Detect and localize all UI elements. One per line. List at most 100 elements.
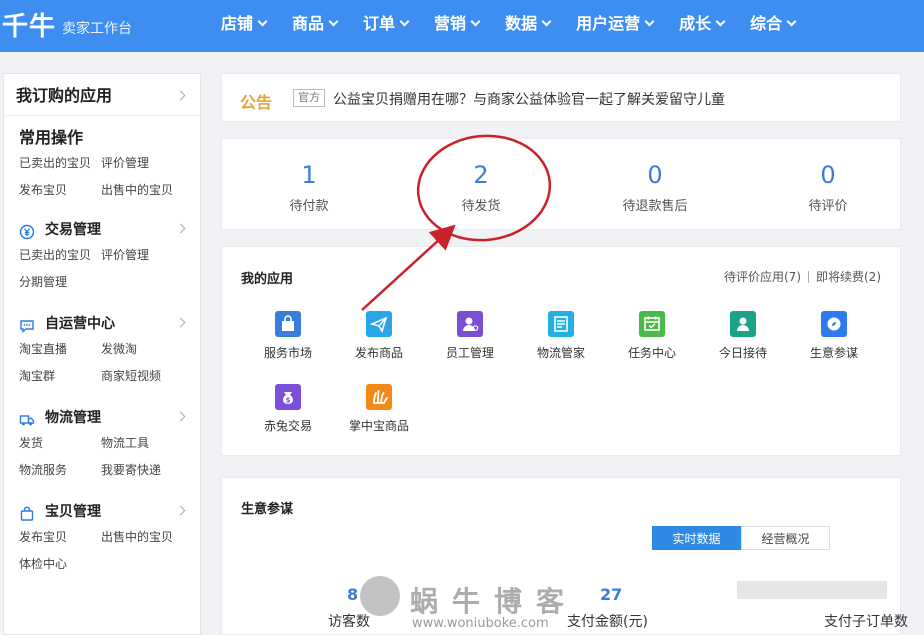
sidebar-title: 我订购的应用 [16,86,113,105]
sidebar-section-header[interactable]: 自运营中心 [19,310,200,338]
app-logo[interactable]: 千牛 [2,6,56,43]
stat-pending-review[interactable]: 0 待评价 [768,161,888,214]
pending-review-apps-link[interactable]: 待评价应用(7) [724,270,801,284]
sidebar-link[interactable]: 出售中的宝贝 [101,181,197,198]
metric-visitors-value: 8 [347,585,359,604]
user-icon [457,311,483,337]
stat-pending-refund[interactable]: 0 待退款售后 [595,161,715,214]
tab-business-overview[interactable]: 经营概况 [741,526,830,550]
sidebar-link[interactable]: 物流工具 [101,434,197,451]
sidebar-section-header[interactable]: 交易管理 [19,216,200,244]
nav-item-store[interactable]: 店铺 [208,0,279,52]
sidebar-link[interactable]: 我要寄快递 [101,461,197,478]
nav-item-marketing[interactable]: 营销 [421,0,492,52]
stat-label: 待退款售后 [622,199,688,214]
announcement-label: 公告 [240,93,273,112]
nav-item-data[interactable]: 数据 [492,0,563,52]
tab-realtime-data[interactable]: 实时数据 [652,526,741,550]
announcement-link[interactable]: 公益宝贝捐赠用在哪？与商家公益体验官一起了解关爱留守儿童 [333,89,725,109]
app-service-market[interactable]: 服务市场 [243,311,333,361]
svg-text:$: $ [286,397,291,405]
sidebar-link[interactable]: 评价管理 [101,246,197,263]
my-apps-panel: 我的应用 待评价应用(7) 即将续费(2) 服务市场 发布商品 员工管理 物流管家… [221,246,901,456]
app-label: 生意参谋 [809,346,858,360]
app-label: 发布商品 [354,346,403,360]
watermark-url: www.woniuboke.com [412,616,549,631]
app-publish-product[interactable]: 发布商品 [334,311,424,361]
business-advisor-title: 生意参谋 [241,502,294,517]
sidebar-link[interactable]: 物流服务 [19,461,101,478]
app-label: 员工管理 [445,346,494,360]
calendar-icon [639,311,665,337]
chevron-down-icon [786,16,797,27]
nav-label: 成长 [679,14,712,33]
sidebar-link[interactable]: 体检中心 [19,555,101,572]
announcement-bar: 公告 官方 公益宝贝捐赠用在哪？与商家公益体验官一起了解关爱留守儿童 [221,73,901,122]
sidebar-link[interactable]: 发布宝贝 [19,181,101,198]
divider [808,271,809,283]
nav-item-products[interactable]: 商品 [279,0,350,52]
chevron-down-icon [257,16,268,27]
stat-value: 0 [647,161,663,189]
sidebar-link[interactable]: 已卖出的宝贝 [19,154,101,171]
app-palm-treasure[interactable]: 掌中宝商品 [334,384,424,434]
nav-item-orders[interactable]: 订单 [350,0,421,52]
palm-icon [366,384,392,410]
app-label: 服务市场 [263,346,312,360]
sidebar-link[interactable]: 分期管理 [19,273,101,290]
chevron-down-icon [715,16,726,27]
sidebar: 我订购的应用 常用操作 已卖出的宝贝 评价管理 发布宝贝 出售中的宝贝 交易管理… [3,73,201,635]
chevron-right-icon [175,90,186,101]
sidebar-section-self-ops: 自运营中心 淘宝直播 发微淘 淘宝群 商家短视频 [4,290,200,384]
nav-item-general[interactable]: 综合 [737,0,808,52]
watermark-logo [360,576,400,616]
app-label: 赤兔交易 [263,419,312,433]
stat-value: 2 [473,161,489,189]
sidebar-link[interactable]: 评价管理 [101,154,197,171]
sidebar-link[interactable]: 淘宝群 [19,367,101,384]
app-today-reception[interactable]: 今日接待 [698,311,788,361]
sidebar-link[interactable]: 发微淘 [101,340,197,357]
sidebar-link[interactable]: 已卖出的宝贝 [19,246,101,263]
app-task-center[interactable]: 任务中心 [607,311,697,361]
nav-label: 营销 [434,14,467,33]
sidebar-section-goods: 宝贝管理 发布宝贝 出售中的宝贝 体检中心 [4,478,200,572]
stat-value: 0 [820,161,836,189]
chat-icon [19,316,35,333]
app-business-advisor[interactable]: 生意参谋 [789,311,879,361]
app-chitu-trade[interactable]: $ 赤兔交易 [243,384,333,434]
sidebar-link[interactable]: 出售中的宝贝 [101,528,197,545]
nav-label: 商品 [292,14,325,33]
nav-label: 综合 [750,14,783,33]
sidebar-section-header[interactable]: 物流管理 [19,404,200,432]
chevron-down-icon [328,16,339,27]
stat-pending-payment[interactable]: 1 待付款 [249,161,369,214]
stat-pending-shipment[interactable]: 2 待发货 [421,161,541,214]
shopping-bag-icon [275,311,301,337]
nav-item-user-ops[interactable]: 用户运营 [563,0,666,52]
main-nav: 店铺 商品 订单 营销 数据 用户运营 成长 综合 [208,0,808,52]
sidebar-link[interactable]: 发货 [19,434,101,451]
app-staff-management[interactable]: 员工管理 [425,311,515,361]
nav-label: 数据 [505,14,538,33]
watermark-text: 蜗牛博客 [410,585,579,618]
money-bag-icon: $ [275,384,301,410]
app-logistics-butler[interactable]: 物流管家 [516,311,606,361]
sidebar-section-title: 交易管理 [45,222,101,238]
sidebar-link[interactable]: 商家短视频 [101,367,197,384]
nav-label: 店铺 [221,14,254,33]
nav-item-growth[interactable]: 成长 [666,0,737,52]
chevron-down-icon [470,16,481,27]
sidebar-links: 淘宝直播 发微淘 淘宝群 商家短视频 [19,338,200,384]
nav-label: 订单 [363,14,396,33]
sidebar-link[interactable]: 发布宝贝 [19,528,101,545]
sidebar-header[interactable]: 我订购的应用 [4,74,200,116]
sidebar-link[interactable]: 淘宝直播 [19,340,101,357]
my-apps-title: 我的应用 [241,272,294,287]
blurred-value [737,581,887,599]
renewal-link[interactable]: 即将续费(2) [816,270,881,284]
sidebar-links: 发布宝贝 出售中的宝贝 体检中心 [19,526,200,572]
app-label: 物流管家 [536,346,585,360]
sidebar-section-header[interactable]: 宝贝管理 [19,498,200,526]
metric-payment-label: 支付金额(元) [567,614,648,630]
